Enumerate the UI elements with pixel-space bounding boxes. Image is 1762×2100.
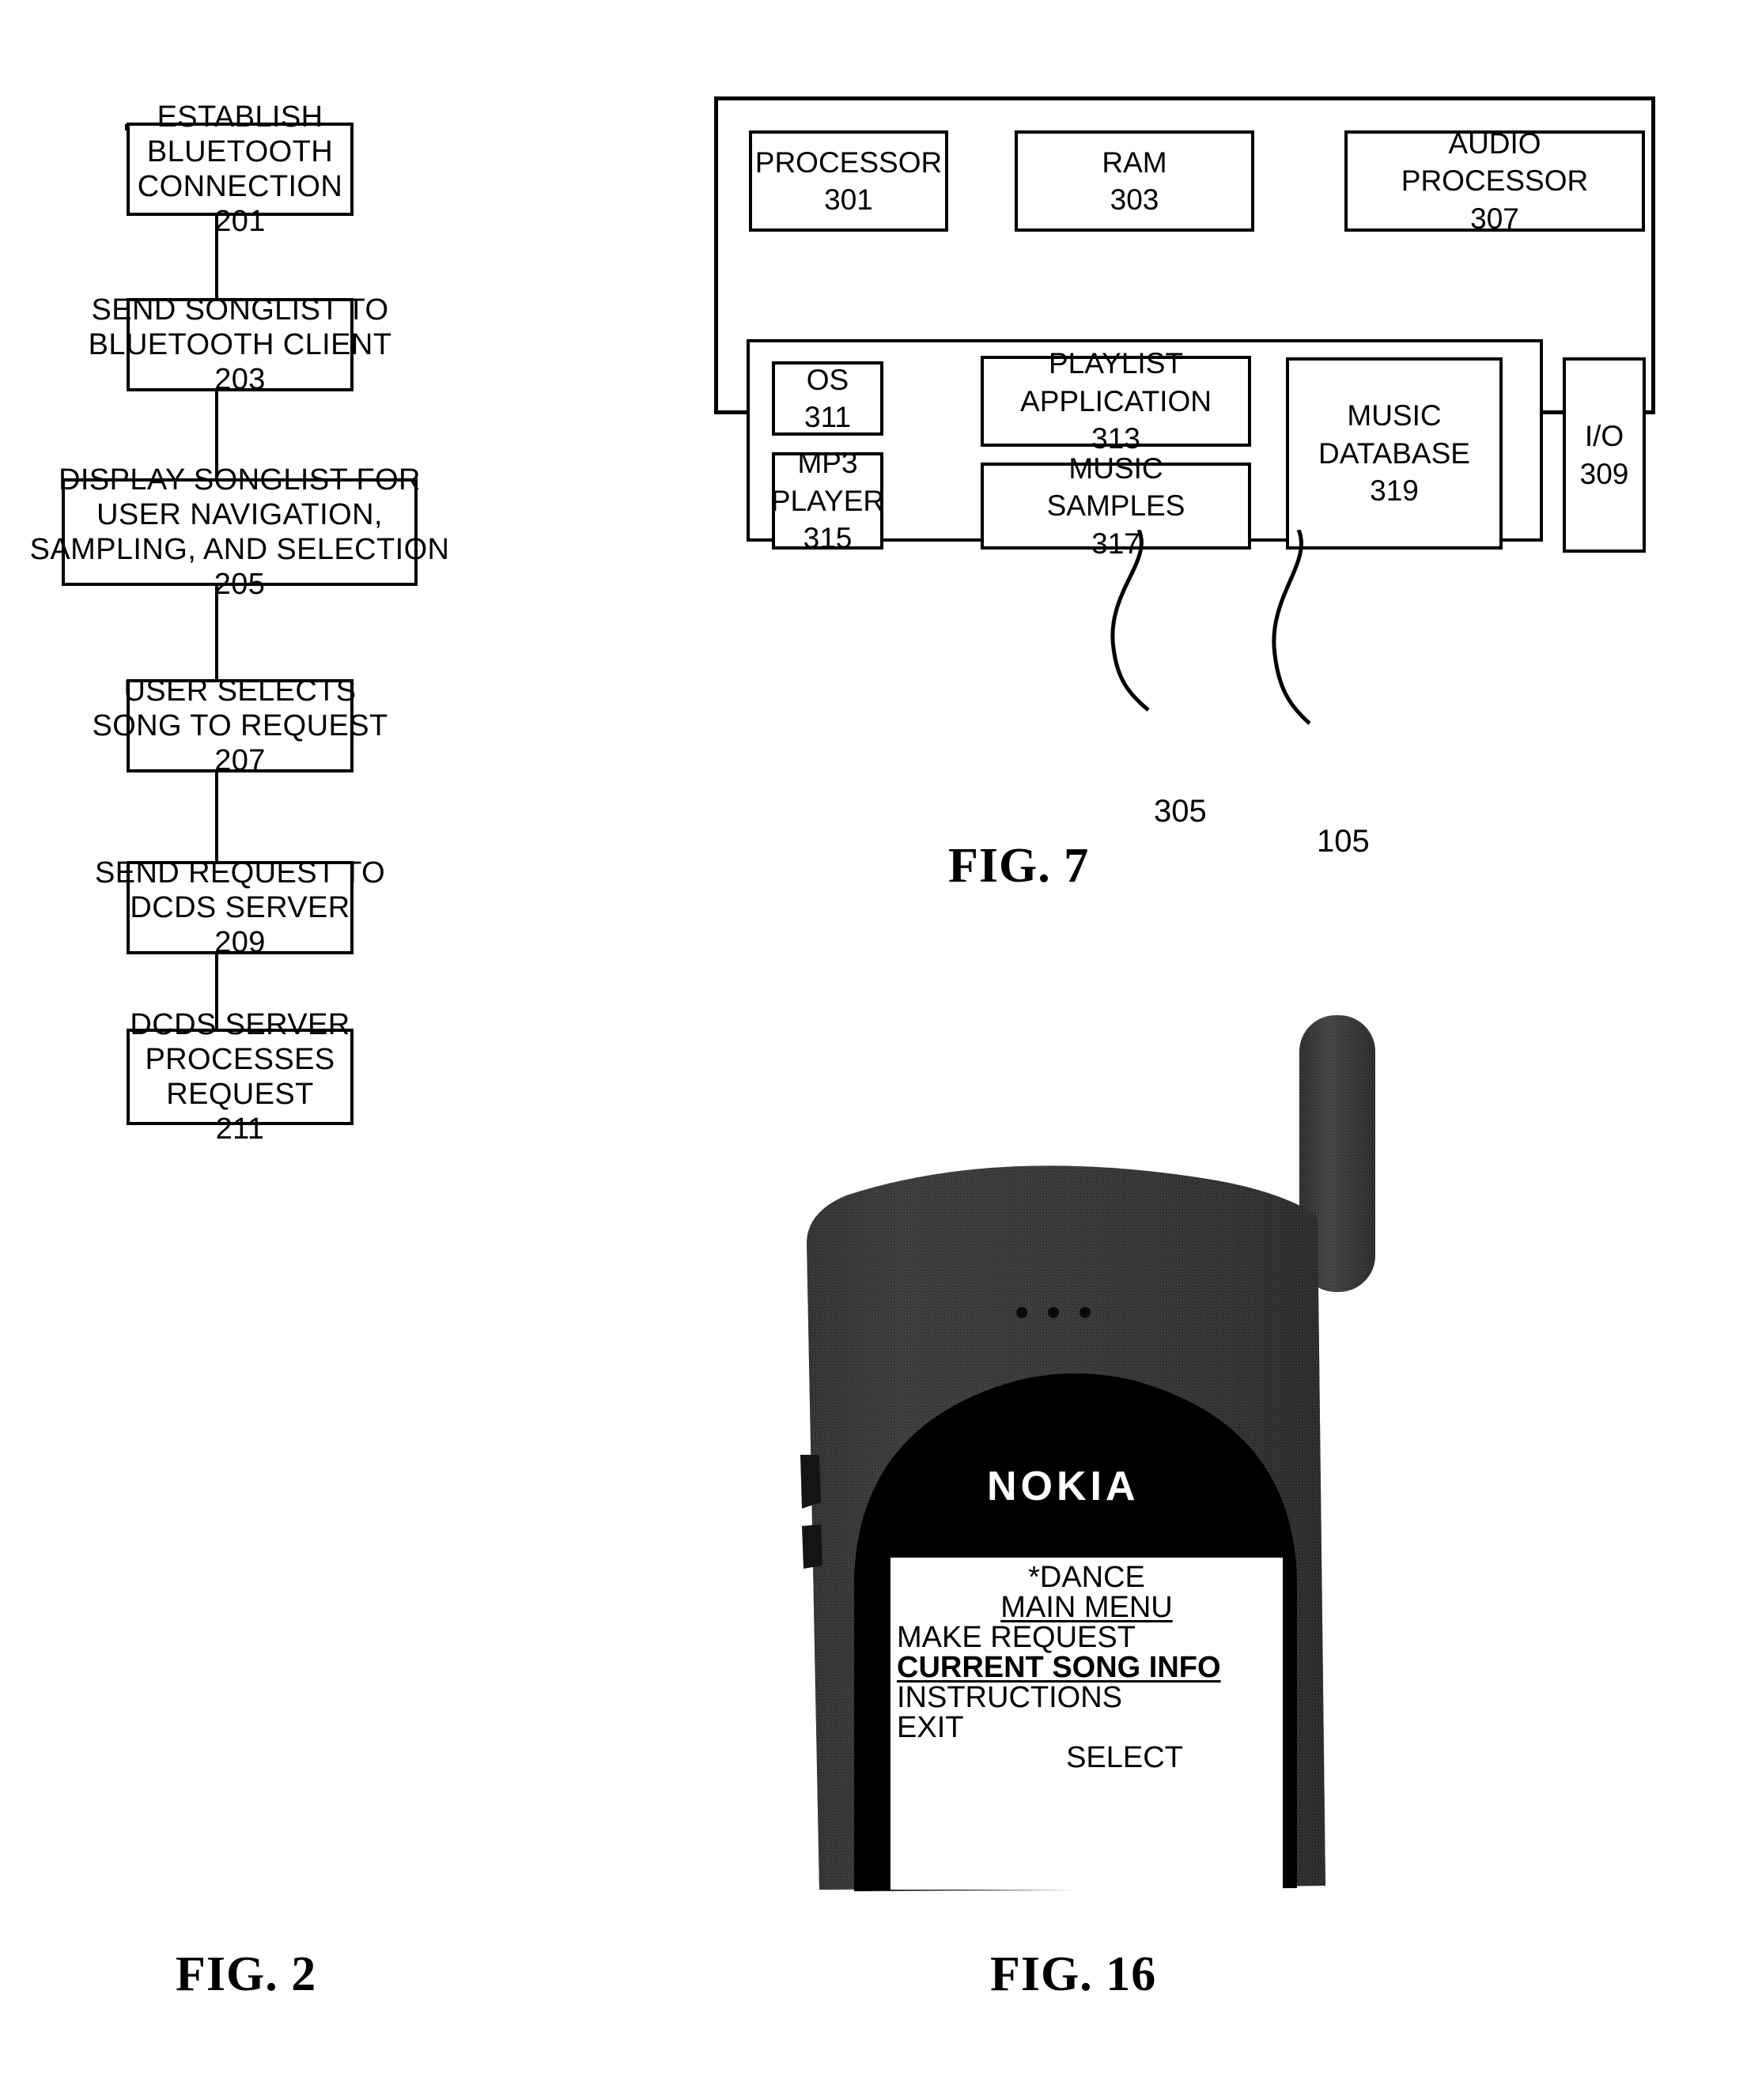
playlist-app-line-2: APPLICATION bbox=[1020, 384, 1212, 417]
audio-processor-line-1: AUDIO bbox=[1448, 127, 1541, 160]
block-os-311: OS 311 bbox=[772, 361, 883, 436]
flow-step-box-2: SEND SONGLIST TO BLUETOOTH CLIENT 203 bbox=[89, 293, 391, 396]
audio-processor-line-2: PROCESSOR bbox=[1401, 164, 1589, 198]
io-number: 309 bbox=[1579, 457, 1629, 490]
step-3-line-1: DISPLAY SONGLIST FOR bbox=[59, 463, 421, 497]
processor-label: PROCESSOR bbox=[754, 145, 943, 179]
step-4-number: 207 bbox=[214, 744, 266, 778]
flow-step-box-6: DCDS SERVER PROCESSES REQUEST 211 bbox=[127, 1008, 354, 1146]
step-2-number: 203 bbox=[214, 363, 266, 397]
step-6-line-1: DCDS SERVER bbox=[130, 1007, 350, 1041]
connector-205-207 bbox=[215, 584, 218, 679]
mp3-player-number: 315 bbox=[803, 522, 853, 555]
step-3-number: 205 bbox=[214, 568, 266, 602]
os-number: 311 bbox=[804, 401, 851, 433]
music-samples-line-1: MUSIC bbox=[1068, 451, 1163, 485]
music-database-number: 319 bbox=[1370, 474, 1419, 508]
ram-number: 303 bbox=[1110, 183, 1159, 216]
menu-item-exit[interactable]: EXIT bbox=[890, 1713, 1283, 1743]
audio-processor-number: 307 bbox=[1470, 202, 1519, 235]
step-2-line-1: SEND SONGLIST TO bbox=[91, 293, 389, 327]
nokia-phone: NOKIA *DANCE MAIN MENU MAKE REQUEST CURR… bbox=[759, 980, 1392, 1921]
step-1-number: 201 bbox=[214, 205, 266, 239]
ref-number-105: 105 bbox=[1317, 824, 1370, 859]
screen-status-line: *DANCE bbox=[1028, 1561, 1145, 1594]
flow-step-box-4: USER SELECTS SONG TO REQUEST 207 bbox=[92, 674, 388, 777]
step-6-number: 211 bbox=[215, 1112, 265, 1146]
step-5-line-1: SEND REQUEST TO bbox=[94, 855, 386, 889]
step-1-line-1: ESTABLISH bbox=[157, 100, 323, 134]
block-playlist-application-313: PLAYLIST APPLICATION 313 bbox=[981, 347, 1251, 455]
io-label: I/O bbox=[1584, 420, 1624, 453]
patent-figure-sheet: ESTABLISH BLUETOOTH CONNECTION 201 SEND … bbox=[0, 0, 1762, 2100]
softkey-select[interactable]: SELECT bbox=[890, 1743, 1283, 1773]
nokia-brand-logo: NOKIA bbox=[987, 1464, 1140, 1509]
flow-step-box-1: ESTABLISH BLUETOOTH CONNECTION 201 bbox=[127, 100, 354, 238]
step-5-line-2: DCDS SERVER bbox=[130, 890, 350, 924]
screen-title: MAIN MENU bbox=[1000, 1591, 1173, 1624]
figure-7-leader-lines bbox=[1110, 530, 1311, 725]
step-1-line-2: BLUETOOTH bbox=[146, 134, 334, 168]
step-6-line-3: REQUEST bbox=[166, 1078, 314, 1111]
connector-201-203 bbox=[215, 214, 218, 298]
music-database-line-1: MUSIC bbox=[1347, 399, 1442, 432]
menu-item-make-request[interactable]: MAKE REQUEST bbox=[890, 1622, 1283, 1652]
block-ram-303: RAM 303 bbox=[1015, 130, 1254, 232]
block-io-309: I/O 309 bbox=[1563, 357, 1646, 553]
step-5-number: 209 bbox=[214, 926, 266, 960]
figure-2-caption: FIG. 2 bbox=[176, 1947, 317, 2001]
step-3-line-3: SAMPLING, AND SELECTION bbox=[29, 533, 450, 566]
figure-16-caption: FIG. 16 bbox=[990, 1947, 1157, 2001]
playlist-app-line-1: PLAYLIST bbox=[1048, 347, 1183, 380]
step-2-line-2: BLUETOOTH CLIENT bbox=[88, 327, 392, 361]
block-music-database-319: MUSIC DATABASE 319 bbox=[1286, 357, 1503, 550]
step-1-line-3: CONNECTION bbox=[137, 170, 343, 203]
connector-207-209 bbox=[215, 771, 218, 861]
flow-step-box-3: DISPLAY SONGLIST FOR USER NAVIGATION, SA… bbox=[30, 463, 449, 601]
music-samples-line-2: SAMPLES bbox=[1046, 489, 1185, 523]
menu-item-current-song-info[interactable]: CURRENT SONG INFO bbox=[890, 1652, 1283, 1683]
menu-item-instructions[interactable]: INSTRUCTIONS bbox=[890, 1683, 1283, 1713]
block-mp3-player-315: MP3 PLAYER 315 bbox=[770, 447, 885, 554]
step-4-line-2: SONG TO REQUEST bbox=[92, 708, 388, 742]
figure-7-caption: FIG. 7 bbox=[948, 839, 1090, 893]
step-6-line-2: PROCESSES bbox=[145, 1042, 335, 1076]
block-processor-301: PROCESSOR 301 bbox=[749, 130, 948, 232]
phone-display[interactable]: *DANCE MAIN MENU MAKE REQUEST CURRENT SO… bbox=[890, 1558, 1283, 1890]
mp3-player-line-1: MP3 bbox=[797, 447, 858, 480]
processor-number: 301 bbox=[824, 183, 873, 216]
block-audio-processor-307: AUDIO PROCESSOR 307 bbox=[1344, 127, 1645, 235]
ram-label: RAM bbox=[1102, 145, 1167, 179]
ref-number-305: 305 bbox=[1154, 794, 1207, 829]
step-4-line-1: USER SELECTS bbox=[123, 674, 357, 708]
step-3-line-2: USER NAVIGATION, bbox=[96, 497, 383, 531]
flow-step-box-5: SEND REQUEST TO DCDS SERVER 209 bbox=[95, 856, 385, 959]
music-database-line-2: DATABASE bbox=[1318, 436, 1470, 470]
os-label: OS bbox=[806, 363, 849, 396]
mp3-player-line-2: PLAYER bbox=[770, 484, 885, 517]
